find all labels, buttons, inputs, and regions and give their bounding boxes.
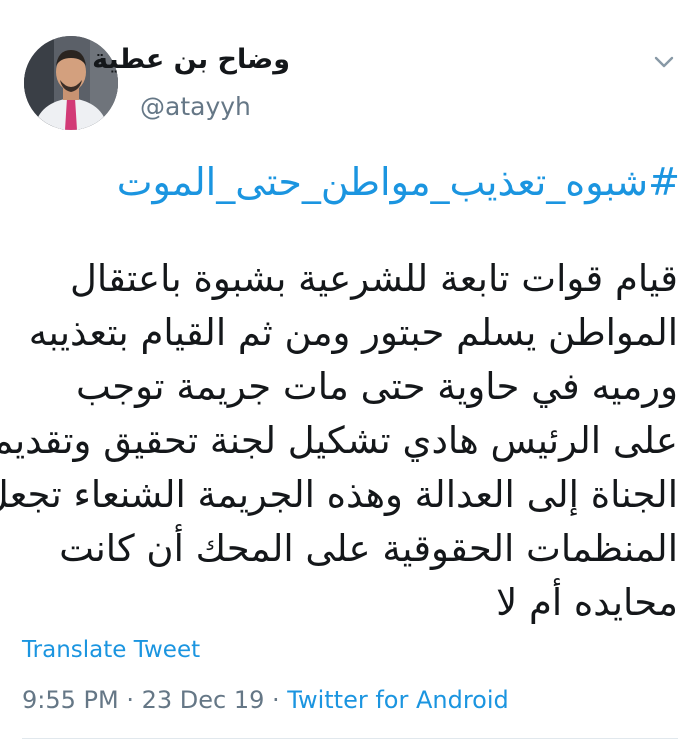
tweet-line: ورميه في حاوية حتى مات جريمة توجب xyxy=(75,365,678,408)
tweet-line: الجناة إلى العدالة وهذه الجريمة الشنعاء … xyxy=(0,473,678,516)
meta-separator: · xyxy=(118,686,142,714)
tweet-source-link[interactable]: Twitter for Android xyxy=(287,686,508,714)
meta-separator: · xyxy=(264,686,288,714)
tweet-text: قيام قوات تابعة للشرعية بشبوة باعتقال ال… xyxy=(0,252,678,630)
tweet-line: المنظمات الحقوقية على المحك أن كانت xyxy=(59,527,678,570)
divider xyxy=(22,738,678,739)
hashtag-link[interactable]: #شبوه_تعذيب_مواطن_حتى_الموت xyxy=(117,160,680,204)
tweet-line: محايده أم لا xyxy=(496,581,678,624)
chevron-down-icon[interactable] xyxy=(652,52,676,72)
display-name[interactable]: وضاح بن عطية xyxy=(92,44,290,75)
tweet-time: 9:55 PM xyxy=(22,686,119,714)
tweet-line: قيام قوات تابعة للشرعية بشبوة باعتقال xyxy=(70,257,678,300)
translate-tweet-link[interactable]: Translate Tweet xyxy=(22,637,200,663)
tweet-line: المواطن يسلم حبتور ومن ثم القيام بتعذيبه xyxy=(28,311,678,354)
tweet-date[interactable]: 23 Dec 19 xyxy=(142,686,265,714)
tweet-line: على الرئيس هادي تشكيل لجنة تحقيق وتقديم xyxy=(0,419,678,462)
tweet-header: وضاح بن عطية @atayyh xyxy=(0,0,700,140)
user-handle[interactable]: @atayyh xyxy=(140,92,251,121)
tweet-meta: 9:55 PM · 23 Dec 19 · Twitter for Androi… xyxy=(22,686,509,714)
